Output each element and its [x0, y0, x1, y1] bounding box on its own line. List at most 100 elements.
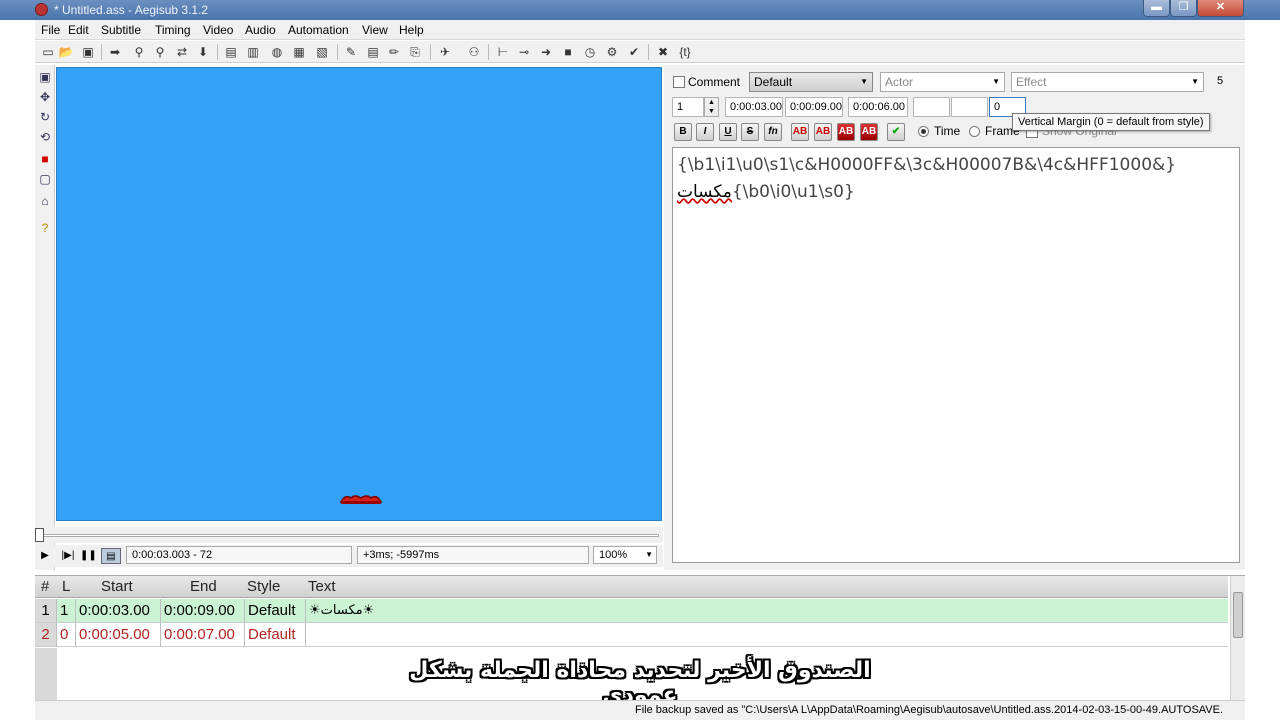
bold-button[interactable]: B	[674, 123, 692, 141]
effect-select[interactable]: Effect ▼	[1011, 72, 1204, 92]
comment-checkbox[interactable]	[673, 76, 685, 88]
play-icon[interactable]: ▶	[37, 548, 53, 564]
automation-icon[interactable]: ⚙	[604, 44, 620, 60]
menu-automation[interactable]: Automation	[288, 23, 349, 37]
menu-subtitle[interactable]: Subtitle	[101, 23, 141, 37]
row-end: 0:00:09.00	[161, 599, 245, 622]
margin-left-field[interactable]	[913, 97, 950, 117]
options-icon[interactable]: ✖	[655, 44, 671, 60]
col-header-number[interactable]: #	[41, 578, 49, 595]
snap-end-icon[interactable]: ⊸	[516, 44, 532, 60]
scale-icon[interactable]: ■	[37, 151, 53, 167]
zoom-icon[interactable]: ⚲	[131, 44, 147, 60]
properties-icon[interactable]: ▥	[245, 44, 261, 60]
tag-icon[interactable]: {t}	[677, 44, 693, 60]
video-seek-bar[interactable]	[35, 527, 663, 543]
jump-icon[interactable]: ➡	[107, 44, 123, 60]
col-header-style[interactable]: Style	[247, 578, 280, 595]
auto-scroll-icon[interactable]: ▤	[101, 548, 121, 564]
menu-edit[interactable]: Edit	[68, 23, 89, 37]
margin-right-field[interactable]	[951, 97, 988, 117]
frame-right	[1245, 20, 1280, 720]
frame-radio[interactable]	[969, 126, 980, 137]
layer-spinner[interactable]: ▲ ▼	[704, 97, 719, 117]
minimize-button[interactable]: ▬	[1143, 0, 1170, 17]
rotate-xy-icon[interactable]: ⟲	[37, 129, 53, 145]
new-file-icon[interactable]: ▭	[40, 44, 56, 60]
font-button[interactable]: fn	[764, 123, 782, 141]
duration-field[interactable]: 0:00:06.00	[848, 97, 908, 117]
chevron-down-icon: ▼	[860, 77, 868, 86]
strikeout-button[interactable]: S	[741, 123, 759, 141]
crosshair-tool-icon[interactable]: ▣	[37, 69, 53, 85]
kanji-timer-icon[interactable]: ▤	[365, 44, 381, 60]
clip-rect-icon[interactable]: ▢	[37, 171, 53, 187]
aegisub-app-icon	[35, 3, 48, 16]
find-icon[interactable]: ⚲	[152, 44, 168, 60]
close-button[interactable]: ✕	[1197, 0, 1244, 17]
shift-times-icon[interactable]: ▧	[314, 44, 330, 60]
style-select[interactable]: Default ▼	[749, 72, 873, 92]
stop-icon[interactable]: ■	[560, 44, 576, 60]
translation-icon[interactable]: ⎘	[407, 44, 423, 60]
primary-color-button[interactable]: AB	[791, 123, 809, 141]
commit-button[interactable]: ✔	[887, 123, 905, 141]
shadow-color-button[interactable]: AB	[860, 123, 878, 141]
paste-icon[interactable]: ⬇	[195, 44, 211, 60]
resample-icon[interactable]: ✈	[437, 44, 453, 60]
video-display[interactable]	[56, 67, 662, 521]
menu-audio[interactable]: Audio	[245, 23, 276, 37]
timing-processor-icon[interactable]: ✎	[343, 44, 359, 60]
menu-help[interactable]: Help	[399, 23, 424, 37]
menu-view[interactable]: View	[362, 23, 388, 37]
table-row[interactable]: 1 1 0:00:03.00 0:00:09.00 Default ☀مكسات…	[35, 599, 1228, 623]
check-icon[interactable]: ✔	[626, 44, 642, 60]
next-line-icon[interactable]: ➜	[538, 44, 554, 60]
char-count: 5	[1217, 75, 1224, 87]
toolbar-separator	[430, 44, 431, 60]
col-header-layer[interactable]: L	[62, 578, 70, 595]
pause-icon[interactable]: ❚❚	[80, 548, 97, 564]
clock-icon[interactable]: ◷	[582, 44, 598, 60]
col-header-text[interactable]: Text	[308, 578, 336, 595]
col-header-start[interactable]: Start	[101, 578, 133, 595]
help-icon[interactable]: ?	[37, 220, 53, 236]
play-line-icon[interactable]: |▶|	[57, 548, 79, 564]
outline-color-button[interactable]: AB	[837, 123, 855, 141]
col-header-end[interactable]: End	[190, 578, 217, 595]
drag-tool-icon[interactable]: ✥	[37, 89, 53, 105]
styles-icon[interactable]: ▤	[223, 44, 239, 60]
grid-scrollbar[interactable]	[1230, 576, 1245, 701]
vector-clip-icon[interactable]: ⌂	[37, 193, 53, 209]
layer-field[interactable]: 1	[672, 97, 704, 117]
seek-thumb[interactable]	[35, 528, 44, 542]
grid-row-gutter	[35, 648, 57, 701]
table-row[interactable]: 2 0 0:00:05.00 0:00:07.00 Default	[35, 623, 1228, 647]
snap-start-icon[interactable]: ⊢	[495, 44, 511, 60]
spell-check-icon[interactable]: ✏	[386, 44, 402, 60]
effect-placeholder: Effect	[1016, 75, 1047, 89]
video-time-field[interactable]: 0:00:03.003 - 72	[126, 546, 352, 564]
menu-video[interactable]: Video	[203, 23, 233, 37]
replace-icon[interactable]: ⇄	[174, 44, 190, 60]
actor-select[interactable]: Actor ▼	[880, 72, 1005, 92]
italic-button[interactable]: I	[696, 123, 714, 141]
menu-file[interactable]: File	[41, 23, 60, 37]
zoom-select[interactable]: 100% ▼	[593, 546, 657, 564]
underline-button[interactable]: U	[719, 123, 737, 141]
time-radio[interactable]	[918, 126, 929, 137]
secondary-color-button[interactable]: AB	[814, 123, 832, 141]
save-icon[interactable]: ▣	[80, 44, 96, 60]
fonts-collector-icon[interactable]: ▦	[291, 44, 307, 60]
subtitle-text-editor[interactable]: {\b1\i1\u0\s1\c&H0000FF&\3c&H00007B&\4c&…	[672, 147, 1240, 563]
scrollbar-thumb[interactable]	[1233, 592, 1243, 638]
rotate-z-icon[interactable]: ↻	[37, 109, 53, 125]
editor-line-text: مكسات{\b0\i0\u1\s0}	[677, 179, 1235, 206]
maximize-button[interactable]: ❐	[1170, 0, 1197, 17]
open-file-icon[interactable]: 📂	[58, 44, 74, 60]
start-time-field[interactable]: 0:00:03.00	[725, 97, 783, 117]
end-time-field[interactable]: 0:00:09.00	[785, 97, 843, 117]
menu-timing[interactable]: Timing	[155, 23, 191, 37]
attachments-icon[interactable]: ◍	[269, 44, 285, 60]
assistant-icon[interactable]: ⚇	[466, 44, 482, 60]
